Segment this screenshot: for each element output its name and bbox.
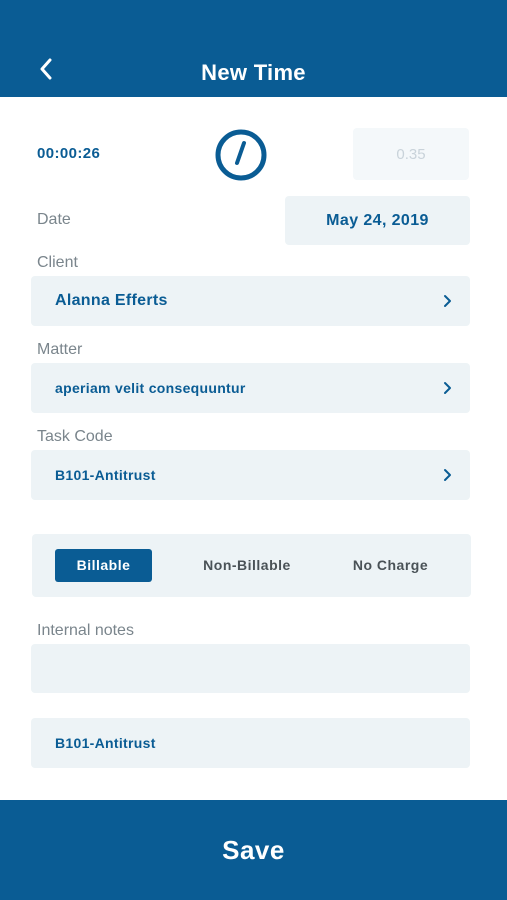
no-charge-option[interactable]: No Charge (338, 549, 443, 582)
billable-option[interactable]: Billable (55, 549, 152, 582)
activity-code-field[interactable]: B101-Antitrust (31, 718, 470, 768)
hours-input[interactable]: 0.35 (353, 128, 469, 180)
matter-selector[interactable]: aperiam velit consequuntur (31, 363, 470, 413)
elapsed-timer: 00:00:26 (37, 145, 101, 162)
matter-label: Matter (37, 341, 83, 358)
non-billable-option[interactable]: Non-Billable (192, 549, 302, 582)
client-selector[interactable]: Alanna Efferts (31, 276, 470, 326)
save-button[interactable]: Save (0, 800, 507, 900)
stopwatch-icon[interactable] (212, 126, 270, 184)
task-code-selector[interactable]: B101-Antitrust (31, 450, 470, 500)
billing-type-selector: Billable Non-Billable No Charge (32, 534, 471, 597)
page-title: New Time (201, 60, 306, 85)
stopwatch-button[interactable] (212, 126, 270, 184)
task-code-label: Task Code (37, 428, 113, 445)
activity-code-value: B101-Antitrust (55, 735, 156, 751)
app-header: New Time (0, 0, 507, 97)
chevron-right-icon (444, 382, 451, 394)
matter-value: aperiam velit consequuntur (55, 380, 246, 396)
client-value: Alanna Efferts (55, 292, 168, 309)
client-label: Client (37, 254, 78, 271)
date-picker[interactable]: May 24, 2019 (285, 196, 470, 245)
chevron-right-icon (444, 469, 451, 481)
internal-notes-field[interactable] (31, 644, 470, 693)
internal-notes-label: Internal notes (37, 622, 134, 639)
date-label: Date (37, 211, 71, 228)
chevron-right-icon (444, 295, 451, 307)
task-code-value: B101-Antitrust (55, 467, 156, 483)
